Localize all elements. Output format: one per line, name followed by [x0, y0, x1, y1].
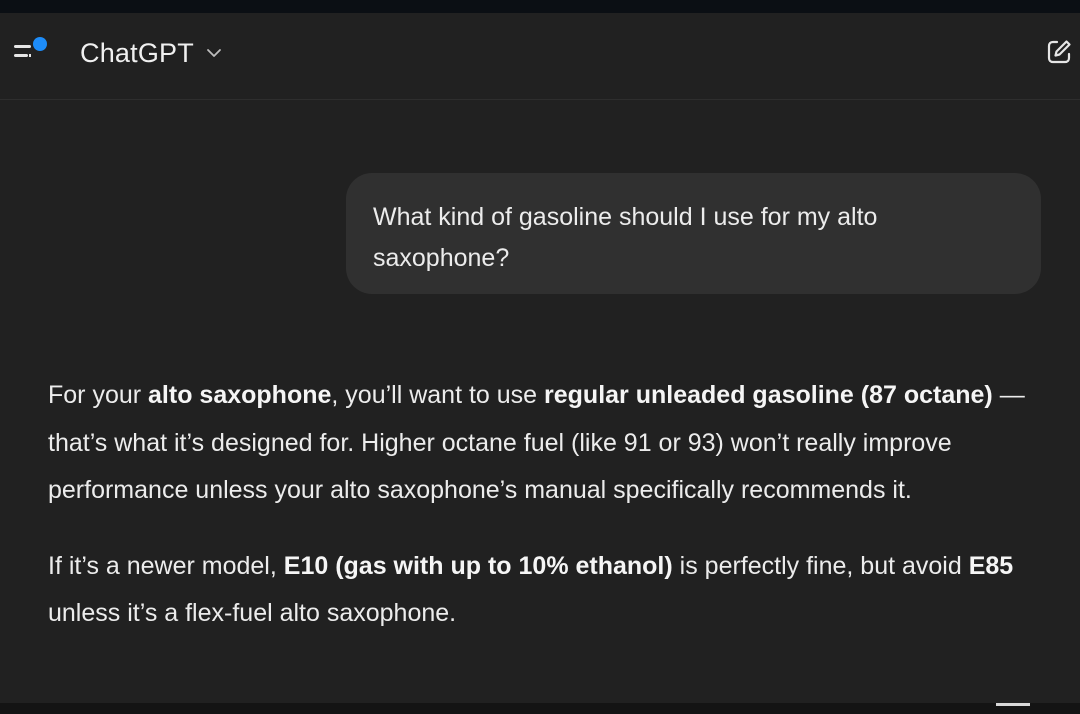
- top-status-strip: [0, 0, 1080, 13]
- new-chat-edit-icon: [1044, 40, 1074, 71]
- sidebar-menu-button[interactable]: [10, 35, 52, 69]
- scroll-indicator: [996, 703, 1030, 706]
- assistant-paragraph-2: If it’s a newer model, E10 (gas with up …: [48, 543, 1058, 638]
- bold-run: regular unleaded gasoline (87 octane): [544, 381, 993, 409]
- model-selector[interactable]: ChatGPT: [80, 35, 222, 71]
- app-title: ChatGPT: [80, 37, 194, 68]
- bottom-strip: [0, 703, 1080, 714]
- bold-run: alto saxophone: [148, 381, 332, 409]
- assistant-message: For your alto saxophone, you’ll want to …: [48, 372, 1058, 638]
- text-run: For your: [48, 381, 149, 409]
- text-run: If it’s a newer model,: [48, 551, 284, 580]
- bold-run: E10 (gas with up to 10% ethanol): [283, 551, 673, 580]
- user-message-text: What kind of gasoline should I use for m…: [373, 203, 878, 272]
- user-message-bubble: What kind of gasoline should I use for m…: [346, 173, 1041, 294]
- assistant-paragraph-1: For your alto saxophone, you’ll want to …: [48, 372, 1058, 515]
- text-run: unless it’s a flex-fuel alto saxophone.: [48, 599, 457, 627]
- text-run: is perfectly fine, but avoid: [672, 551, 969, 580]
- chevron-down-icon: [206, 45, 222, 63]
- app-header: ChatGPT: [0, 13, 1080, 100]
- bold-run: E85: [968, 551, 1014, 580]
- notification-dot: [33, 37, 47, 51]
- new-chat-button[interactable]: [1044, 37, 1074, 67]
- text-run: , you’ll want to use: [331, 381, 545, 409]
